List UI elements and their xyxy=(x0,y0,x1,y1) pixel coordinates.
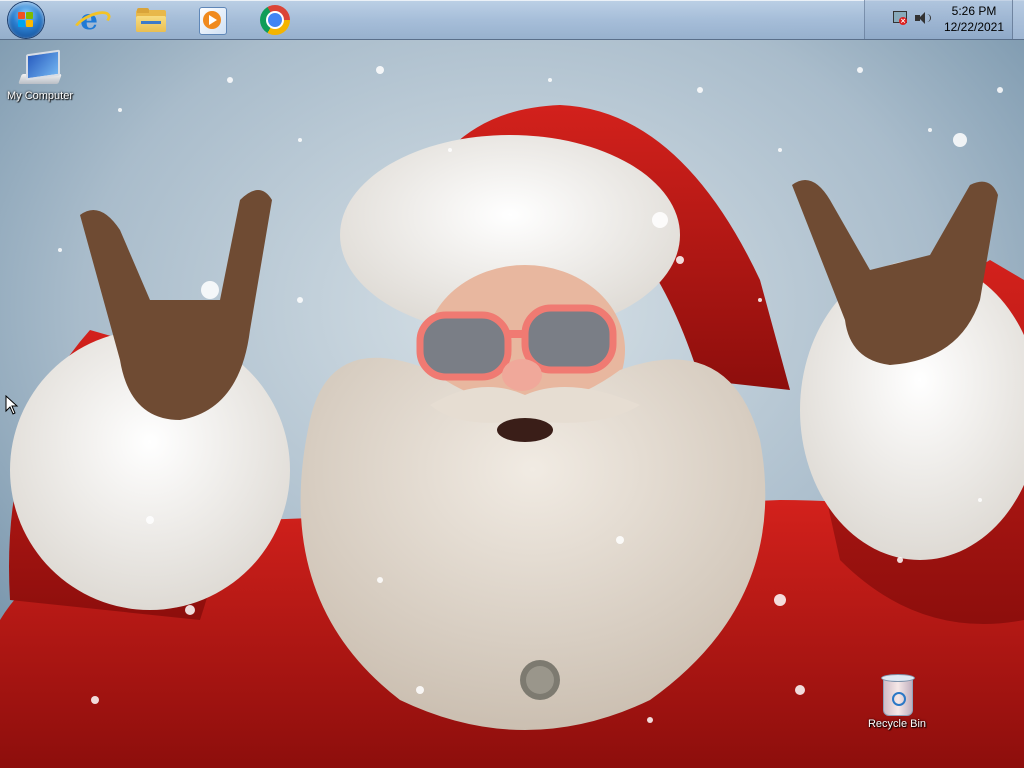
clock-time: 5:26 PM xyxy=(951,4,997,18)
computer-icon xyxy=(18,49,62,88)
taskbar-windows-explorer-button[interactable] xyxy=(125,2,177,37)
desktop-icon-label: My Computer xyxy=(6,90,74,102)
recycle-bin-icon xyxy=(879,672,915,716)
clock-date: 12/22/2021 xyxy=(943,20,1005,34)
windows-start-orb-icon xyxy=(18,12,34,28)
santa-claus-wallpaper xyxy=(0,0,1024,768)
taskbar-media-player-button[interactable] xyxy=(186,2,238,37)
taskbar-internet-explorer-button[interactable]: e xyxy=(63,2,115,40)
clock[interactable]: 5:26 PM 12/22/2021 xyxy=(940,3,1008,35)
start-button[interactable] xyxy=(8,2,44,38)
taskbar: e × 5:26 PM 12/22/2021 xyxy=(0,0,1024,40)
taskbar-chrome-button[interactable] xyxy=(249,2,301,37)
speaker-icon[interactable] xyxy=(915,11,931,25)
internet-explorer-icon: e xyxy=(70,4,114,40)
desktop-icon-recycle-bin[interactable]: Recycle Bin xyxy=(857,672,937,730)
desktop-icon-my-computer[interactable]: My Computer xyxy=(0,49,80,102)
chrome-icon xyxy=(260,4,290,35)
folder-icon xyxy=(136,7,166,32)
desktop[interactable]: e × 5:26 PM 12/22/2021 My Computer Recyc… xyxy=(0,0,1024,768)
desktop-icon-label: Recycle Bin xyxy=(867,718,927,730)
media-player-icon xyxy=(199,6,227,35)
show-desktop-button[interactable] xyxy=(1012,0,1024,39)
network-disconnected-icon[interactable]: × xyxy=(893,11,907,25)
